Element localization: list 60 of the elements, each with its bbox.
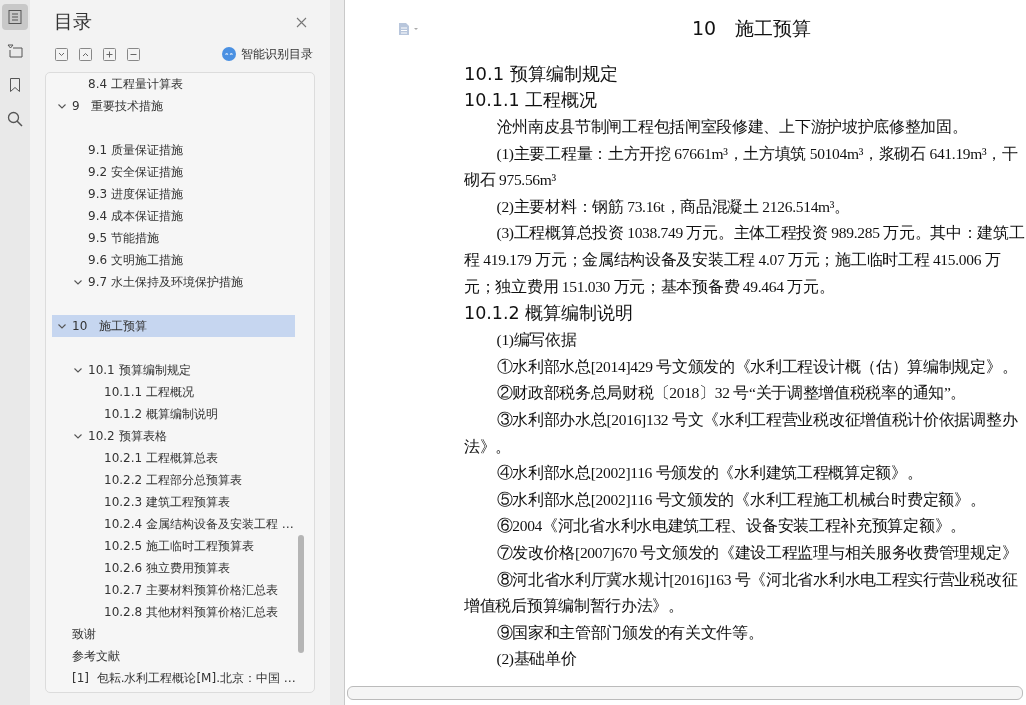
toc-item[interactable]: 10.2.2 工程部分总预算表 <box>52 469 295 491</box>
chevron-down-icon[interactable] <box>57 101 67 111</box>
paragraph: ②财政部税务总局财税〔2018〕32 号“关于调整增值税税率的通知”。 <box>495 383 968 404</box>
paragraph: ⑧河北省水利厅冀水规计[2016]163 号《河北省水利水电工程实行营业税改征增值税后预算编制暂行办法》。 <box>464 569 1019 617</box>
toc-item[interactable]: 10.2.8 其他材料预算价格汇总表 <box>52 601 295 623</box>
toc-item[interactable]: 10.1.1 工程概况 <box>52 381 295 403</box>
toc-item[interactable]: 10.2.1 工程概算总表 <box>52 447 295 469</box>
paragraph: ①水利部水总[2014]429 号文颁发的《水利工程设计概（估）算编制规定》。 <box>495 356 1019 377</box>
panel-title: 目录 <box>54 9 92 34</box>
toc-item[interactable]: 9.4 成本保证措施 <box>52 205 295 227</box>
toc-item[interactable]: 参考文献 <box>52 645 295 667</box>
paragraph: ⑦发改价格[2007]670 号文颁发的《建设工程监理与相关服务收费管理规定》 <box>495 542 1019 563</box>
paragraph: (3)工程概算总投资 1038.749 万元。主体工程投资 989.285 万元。其中：建筑工程 419.179 万元；金属结构设备及安装工程 4.07 万元；施工临时工程 415.006 万元；独立费用 151.030 万元；基本预备费 49.464 万元。 <box>464 223 1025 297</box>
chapter-title: 10 施工预算 <box>692 16 812 41</box>
list-icon[interactable] <box>2 4 28 30</box>
paragraph: (1)编写依据 <box>495 330 578 351</box>
toc-item[interactable]: 致谢 <box>52 623 295 645</box>
paragraph: ③水利部办水总[2016]132 号文《水利工程营业税改征增值税计价依据调整办法》。 <box>464 409 1019 457</box>
toc-item[interactable]: 10.2.5 施工临时工程预算表 <box>52 535 295 557</box>
paragraph: (1)主要工程量：土方开挖 67661m³，土方填筑 50104m³，浆砌石 641.19m³，干砌石 975.56m³ <box>464 143 1019 191</box>
section-heading: 10.1 预算编制规定 <box>464 62 619 86</box>
toc-item[interactable]: 9.5 节能措施 <box>52 227 295 249</box>
scrollbar[interactable] <box>347 686 1023 700</box>
toc-item[interactable]: 10.1 预算编制规定 <box>52 359 295 381</box>
toc-item[interactable]: 10.2.3 建筑工程预算表 <box>52 491 295 513</box>
chevron-down-icon[interactable] <box>73 431 83 441</box>
paragraph: (2)主要材料：钢筋 73.16t，商品混凝土 2126.514m³。 <box>495 196 851 217</box>
scrollbar[interactable] <box>298 535 304 653</box>
close-icon[interactable] <box>296 16 307 28</box>
collapse-down-icon[interactable] <box>55 47 68 61</box>
toc-item[interactable]: 9.3 进度保证措施 <box>52 183 295 205</box>
subsection-heading: 10.1.2 概算编制说明 <box>464 302 635 326</box>
paragraph: (2)基础单价 <box>495 649 578 670</box>
chevron-down-icon[interactable] <box>73 277 83 287</box>
toc-item[interactable]: 9.7 水土保持及环境保护措施 <box>52 271 295 293</box>
toc-item[interactable]: 9.6 文明施工措施 <box>52 249 295 271</box>
toc-item[interactable]: 9.1 质量保证措施 <box>52 139 295 161</box>
toc-item[interactable]: 10.1.2 概算编制说明 <box>52 403 295 425</box>
paragraph: 沧州南皮县节制闸工程包括闸室段修建、上下游护坡护底修整加固。 <box>495 117 969 137</box>
toc-item[interactable]: 10 施工预算 <box>52 315 295 337</box>
chevron-down-icon[interactable] <box>57 321 67 331</box>
toc-item[interactable]: 9.2 安全保证措施 <box>52 161 295 183</box>
paragraph: ⑤水利部水总[2002]116 号文颁发的《水利工程施工机械台时费定额》。 <box>495 489 987 510</box>
chevron-down-icon[interactable] <box>73 365 83 375</box>
toc-item[interactable]: 10.2.4 金属结构设备及安装工程 … <box>52 513 295 535</box>
smart-toc-button[interactable]: 智能识别目录 <box>222 45 313 63</box>
toc-item[interactable]: 8.4 工程量计算表 <box>52 73 295 95</box>
paragraph: ④水利部水总[2002]116 号颁发的《水利建筑工程概算定额》。 <box>495 463 924 484</box>
toc-item[interactable]: 10.2 预算表格 <box>52 425 295 447</box>
toc-item[interactable]: 10.2.7 主要材料预算价格汇总表 <box>52 579 295 601</box>
paragraph: ⑨国家和主管部门颁发的有关文件等。 <box>495 622 765 643</box>
plus-icon[interactable] <box>103 47 116 61</box>
robot-icon <box>222 47 236 61</box>
paragraph: ⑥2004《河北省水利水电建筑工程、设备安装工程补充预算定额》。 <box>495 516 967 537</box>
collapse-up-icon[interactable] <box>79 47 92 61</box>
toc-item[interactable]: 10.2.6 独立费用预算表 <box>52 557 295 579</box>
subsection-heading: 10.1.1 工程概况 <box>464 89 599 112</box>
minus-icon[interactable] <box>127 47 140 61</box>
toc-item[interactable]: 9 重要技术措施 <box>52 95 295 117</box>
toc-item[interactable]: [1] 包耘.水利工程概论[M].北京：中国 … <box>52 667 295 689</box>
